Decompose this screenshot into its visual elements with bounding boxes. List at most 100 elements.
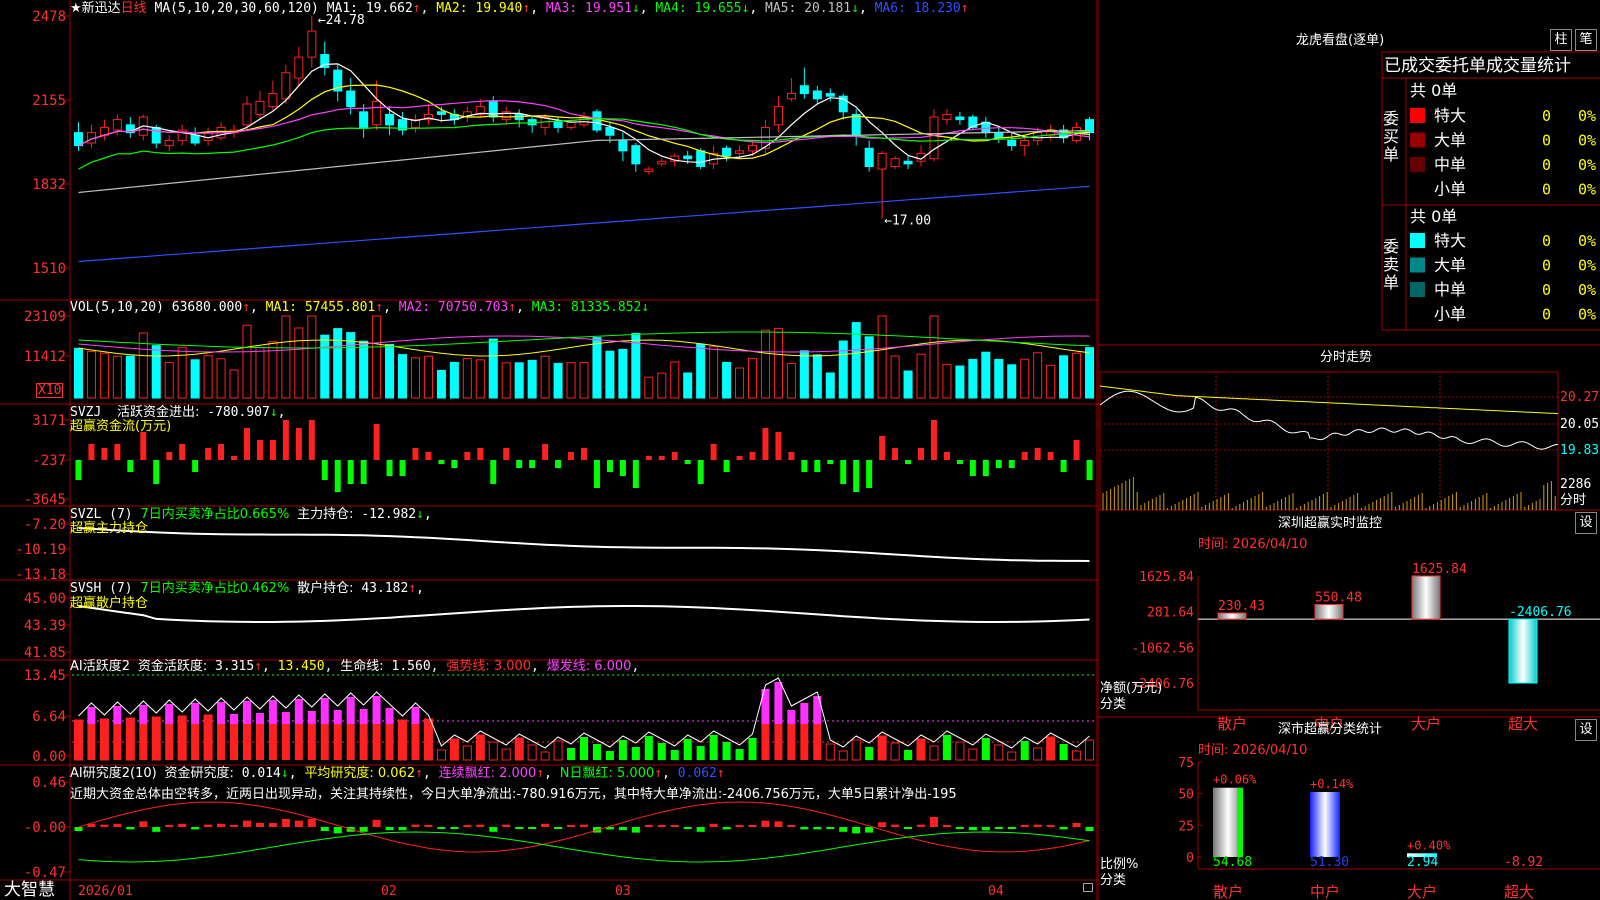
sz-class-settings-button[interactable]: 设 [1575,719,1597,741]
sell-row-label: 中单 [1434,280,1466,299]
volume-bar [812,354,822,399]
svzj-arrow: ↓ [269,405,278,420]
svzj-bar [930,420,937,460]
intraday-title: 分时走势 [1320,350,1373,365]
ma-value-2: MA2: 19.940 [428,1,523,16]
ai-active-bar [838,750,848,761]
ai-active-bar [722,742,731,760]
ai-active-bar [99,718,109,761]
ai-active-bar [683,739,692,760]
svzj-ytick-0: 3171 [32,413,66,429]
volume-bar [670,361,680,399]
sell-row-swatch [1410,282,1425,297]
ai-active-label: 资金活跃度: [137,659,208,674]
stock-title[interactable]: ★新迅达 [70,1,121,16]
svzj-bar [503,448,510,460]
volume-bar [281,315,291,399]
candle-body [592,111,602,131]
vol-ytick-0: 23109 [24,309,66,325]
sz-monitor-bar-label: 1625.84 [1412,562,1467,577]
ai-research-bar [372,819,381,827]
sz-class-change: +0.14% [1310,777,1354,791]
volume-bar [1072,352,1082,399]
ai-research-bar [476,824,485,827]
x-tick-feb: 02 [381,884,397,899]
svzj-bar [75,460,82,480]
buy-row-label: 小单 [1434,180,1466,199]
candle-body [942,113,952,121]
ai-active-bar-top [294,699,303,724]
volume-bar [164,361,174,399]
ai-research-bar [826,827,835,829]
life-label: 生命线: [340,659,384,674]
svzj-bar [399,460,406,476]
bar-mode-button[interactable]: 柱 [1550,29,1572,51]
volume-bar [423,355,433,399]
chart-canvas[interactable]: 2478 2155 1832 1510 23109 11412 3171 -237 -3645 -… [0,0,1098,900]
ai-active-bar [1033,747,1043,761]
ai-active-bar [553,740,563,761]
ai-research-ytick-2: -0.47 [24,865,66,881]
period-label[interactable]: 日线 [121,1,147,16]
ai-active-arrow: ↑ [254,659,263,674]
volume-bar [773,328,783,399]
intraday-tick-2: 20.05 [1560,417,1600,432]
intraday-tick-3: 19.83 [1560,443,1600,458]
svzj-bar [593,460,600,488]
sz-monitor-bar [1411,575,1441,620]
avg-research: 平均研究度: 0.062 [304,766,416,781]
ai-research-bar [800,827,809,830]
svzj-bar [256,440,263,460]
lock-icon[interactable] [1083,883,1093,892]
candle-body [864,147,874,167]
svzj-bar [360,460,367,484]
ai-research-bar [955,827,964,829]
volume-bar [903,370,913,399]
svzj-ytick-2: -3645 [24,492,66,508]
sz-monitor-ytick: 281.64 [1147,606,1194,621]
volume-bar [929,315,939,399]
svzj-bar [1008,460,1015,468]
ai-active-bar [333,724,342,760]
svzj-bar [542,444,549,460]
ai-active-bar [579,737,589,760]
ai-research-bar [981,827,990,831]
ai-research-bar [878,822,887,827]
sz-monitor-category: 大户 [1411,715,1441,733]
ai-active-bar [139,724,148,760]
ai-active-bar-top [230,714,239,724]
buy-row-swatch [1410,108,1425,123]
kline-ytick-0: 2478 [32,9,66,25]
sz-class-time: 时间: 2026/04/10 [1198,743,1308,758]
svzj-bar [1073,440,1080,460]
ai-research-bar [463,825,472,827]
svzj-bar [412,448,419,460]
ai-active-bar [929,745,939,761]
ai-research-label: 资金研究度: [164,766,234,781]
ai-research-bar [1059,827,1068,830]
ai-active-bar [411,724,420,760]
ai-active-bar-top [255,713,264,724]
ai-research-bar [255,823,264,827]
svzj-bar [166,452,173,460]
svzj-bar [710,444,717,460]
volume-bar [229,369,239,399]
brand-logo[interactable]: 大智慧 [4,880,55,900]
main-chart-area[interactable]: 2478 2155 1832 1510 23109 11412 3171 -237 -3645 -… [0,0,1098,900]
ai-active-bar [657,743,666,760]
ai-active-bar-top [242,701,252,724]
volume-bar [307,315,317,399]
volume-bar [462,357,472,399]
tick-mode-button[interactable]: 笔 [1575,29,1597,51]
ai-active-bar [761,724,770,760]
volume-bar [981,351,991,399]
candle-body [644,168,654,173]
svzj-bar [490,460,497,484]
ai-active-bar [942,735,951,760]
sep: , [383,300,391,315]
sz-monitor-category: 散户 [1217,715,1247,733]
candle-body [825,93,835,97]
sz-monitor-settings-button[interactable]: 设 [1575,512,1597,534]
ai-active-bar [217,724,226,760]
vol-ytick-1: 11412 [24,349,66,365]
